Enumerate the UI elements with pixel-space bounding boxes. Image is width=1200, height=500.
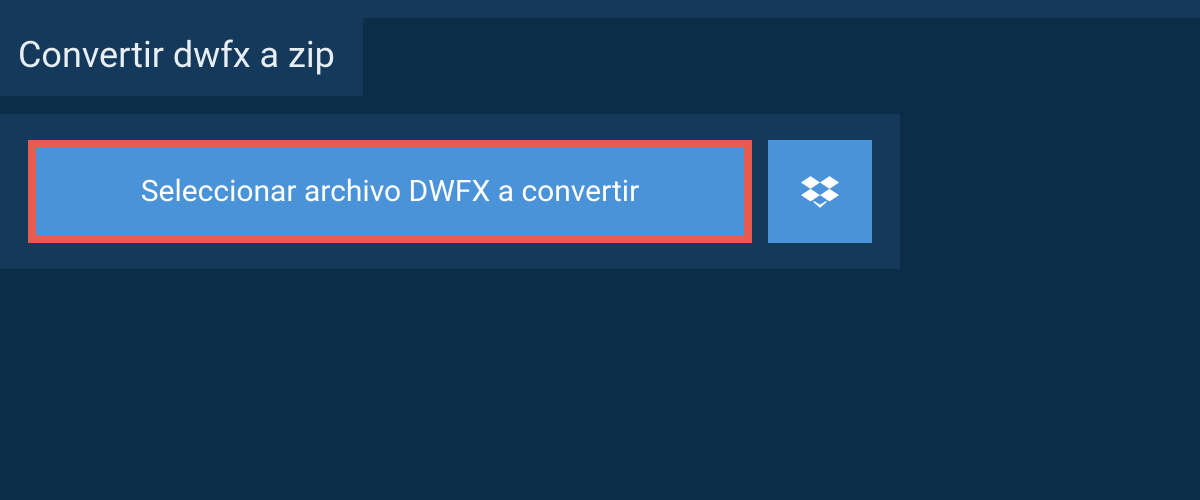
dropbox-icon bbox=[801, 173, 839, 211]
dropbox-button[interactable] bbox=[768, 140, 872, 243]
top-bar bbox=[0, 0, 1200, 18]
select-file-button[interactable]: Seleccionar archivo DWFX a convertir bbox=[36, 148, 744, 235]
upload-panel: Seleccionar archivo DWFX a convertir bbox=[0, 114, 900, 269]
page-title: Convertir dwfx a zip bbox=[18, 34, 335, 76]
select-file-label: Seleccionar archivo DWFX a convertir bbox=[141, 174, 640, 209]
page-title-tab: Convertir dwfx a zip bbox=[0, 18, 363, 96]
select-file-highlight: Seleccionar archivo DWFX a convertir bbox=[28, 140, 752, 243]
